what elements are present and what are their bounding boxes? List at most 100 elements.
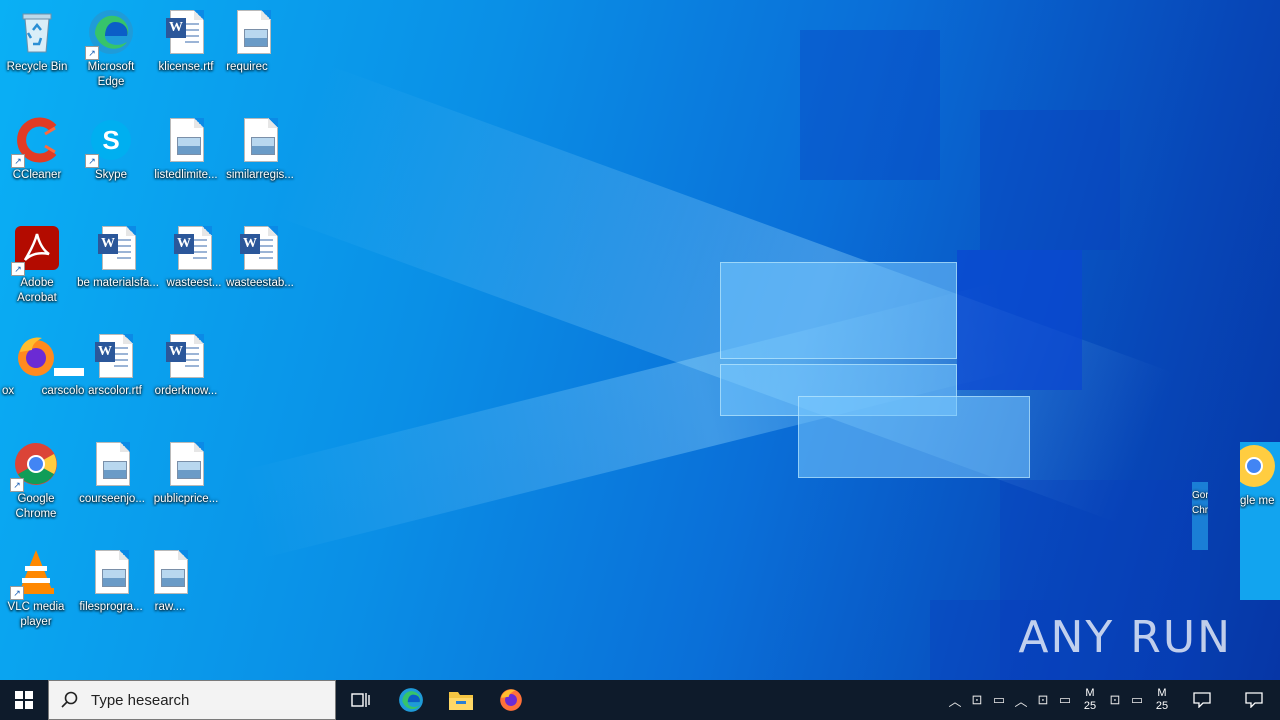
recycle-bin-icon — [13, 8, 61, 56]
shortcut-arrow-icon: ↗ — [11, 154, 25, 168]
desktop-icon-orderknow[interactable]: W orderknow... — [150, 332, 222, 399]
network-icon[interactable]: ⊡ — [1032, 692, 1054, 708]
icon-label: gle me — [1240, 495, 1275, 507]
picture-file-icon — [88, 440, 136, 488]
desktop-icon-requirec[interactable]: requirec — [222, 8, 272, 75]
search-icon — [61, 691, 78, 708]
word-doc-icon: W — [91, 332, 139, 380]
notification-icon — [1245, 692, 1263, 708]
skype-icon: S ↗ — [85, 116, 135, 168]
icon-label: be materialsfa... — [77, 277, 159, 289]
desktop-icon-similarregis[interactable]: similarregis... — [224, 116, 296, 183]
word-doc-icon: W — [94, 224, 142, 272]
svg-text:S: S — [102, 125, 119, 155]
taskbar-firefox-button[interactable] — [486, 680, 536, 720]
wallpaper-block — [980, 110, 1120, 250]
chrome-icon: ↗ — [10, 440, 60, 492]
desktop-icon-listedlimite[interactable]: listedlimite... — [150, 116, 222, 183]
word-doc-icon: W — [162, 8, 210, 56]
picture-file-icon — [146, 548, 194, 596]
icon-label: wasteest... — [166, 277, 222, 289]
windows-logo-pane — [720, 262, 957, 359]
clock-date: 25 — [1155, 700, 1169, 712]
shortcut-arrow-icon: ↗ — [10, 586, 24, 600]
notifications-button[interactable] — [1176, 680, 1228, 720]
desktop-icon-courseenjo[interactable]: courseenjo... — [76, 440, 148, 507]
wallpaper-block — [800, 30, 940, 180]
clock-time: M — [1085, 687, 1095, 699]
icon-label: publicprice... — [153, 493, 219, 505]
notification-icon — [1193, 692, 1211, 708]
icon-label: CCleaner — [12, 169, 62, 181]
desktop-icon-klicense[interactable]: W klicense.rtf — [150, 8, 222, 75]
icon-label: raw.... — [154, 601, 186, 613]
clock[interactable]: M 25 — [1076, 687, 1104, 713]
clock-date: 25 — [1083, 700, 1097, 712]
system-tray: ︿ ⊡ ▭ ︿ ⊡ ▭ M 25 ⊡ ▭ M 25 — [944, 680, 1280, 720]
monitor-icon[interactable]: ▭ — [988, 692, 1010, 708]
desktop-icon-vlc[interactable]: ↗ VLC media player — [0, 548, 72, 630]
desktop-icon-materialsfa[interactable]: W be materialsfa... — [76, 224, 160, 291]
desktop-icon-skype[interactable]: S ↗ Skype — [75, 116, 147, 183]
desktop-icon-firefox[interactable]: ox — [0, 332, 54, 399]
desktop-icon-wasteestab[interactable]: W wasteestab... — [224, 224, 296, 291]
monitor-icon[interactable]: ▭ — [1054, 692, 1076, 708]
vlc-icon: ↗ — [10, 548, 60, 600]
search-box[interactable]: Type hesearch — [48, 680, 336, 720]
word-doc-icon: W — [162, 332, 210, 380]
icon-label: VLC media player — [7, 601, 65, 628]
picture-file-icon — [162, 116, 210, 164]
desktop-icon-edge[interactable]: ↗ Microsoft Edge — [75, 8, 147, 90]
desktop-icon-raw[interactable]: raw.... — [134, 548, 206, 615]
desktop-icon-chrome-partial-2[interactable]: gle me — [1240, 442, 1280, 600]
icon-label: klicense.rtf — [158, 61, 214, 73]
desktop-icon-acrobat[interactable]: ↗ Adobe Acrobat — [1, 224, 73, 306]
desktop-icon-chrome-partial[interactable]: Gor Chr — [1192, 482, 1208, 550]
shortcut-arrow-icon: ↗ — [85, 46, 99, 60]
taskbar-edge-button[interactable] — [386, 680, 436, 720]
word-doc-icon: W — [236, 224, 284, 272]
acrobat-icon: ↗ — [11, 224, 61, 276]
clock-duplicate[interactable]: M 25 — [1148, 687, 1176, 713]
desktop-icon-publicprice[interactable]: publicprice... — [150, 440, 222, 507]
chevron-up-icon[interactable]: ︿ — [1010, 691, 1032, 710]
task-view-button[interactable] — [336, 680, 386, 720]
ccleaner-icon: ↗ — [11, 116, 61, 168]
taskbar: Type hesearch ︿ ⊡ ▭ ︿ ⊡ ▭ M 25 ⊡ ▭ M 25 — [0, 680, 1280, 720]
icon-label: wasteestab... — [226, 277, 294, 289]
anyrun-watermark: ANY RUN — [1018, 612, 1232, 663]
icon-label: Adobe Acrobat — [17, 277, 57, 304]
edge-icon: ↗ — [85, 8, 135, 60]
taskbar-file-explorer-button[interactable] — [436, 680, 486, 720]
edge-icon — [399, 688, 423, 712]
picture-file-icon — [223, 8, 271, 56]
icon-label: similarregis... — [226, 169, 294, 181]
icon-label: Microsoft Edge — [87, 61, 135, 88]
icon-label: arscolor.rtf — [88, 385, 142, 397]
icon-label: listedlimite... — [154, 169, 218, 181]
desktop-icon-ccleaner[interactable]: ↗ CCleaner — [1, 116, 73, 183]
monitor-icon[interactable]: ▭ — [1126, 692, 1148, 708]
desktop-icon-chrome[interactable]: ↗ Google Chrome — [0, 440, 72, 522]
watermark-text: ANY RUN — [1018, 612, 1232, 663]
chrome-icon — [1240, 442, 1278, 490]
show-hidden-icons-chevron-icon[interactable]: ︿ — [944, 691, 966, 710]
desktop-icon-arscolor[interactable]: W arscolor.rtf — [79, 332, 151, 399]
icon-label: Google Chrome — [15, 493, 57, 520]
network-icon[interactable]: ⊡ — [1104, 692, 1126, 708]
network-icon[interactable]: ⊡ — [966, 692, 988, 708]
icon-label: Recycle Bin — [6, 61, 68, 73]
picture-file-icon — [236, 116, 284, 164]
windows-logo-pane — [798, 396, 1030, 478]
folder-icon — [449, 692, 473, 710]
firefox-icon — [500, 689, 522, 711]
icon-label: Skype — [95, 169, 127, 181]
picture-file-icon — [87, 548, 135, 596]
desktop-icon-recycle-bin[interactable]: Recycle Bin — [1, 8, 73, 75]
task-view-icon — [351, 693, 370, 707]
action-center-button[interactable] — [1228, 680, 1280, 720]
search-placeholder: Type hesearch — [91, 691, 190, 709]
start-button[interactable] — [0, 680, 48, 720]
icon-label: ox — [2, 385, 15, 397]
desktop-icon-wasteest[interactable]: W wasteest... — [158, 224, 230, 291]
